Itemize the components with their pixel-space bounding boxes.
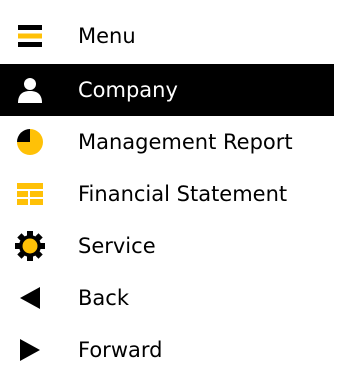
triangle-right-icon	[0, 324, 60, 376]
menu-item-financial-statement[interactable]: Financial Statement	[0, 168, 334, 220]
gear-icon	[0, 220, 60, 272]
menu-item-label: Menu	[78, 23, 136, 48]
menu-item-label: Management Report	[78, 129, 293, 154]
menu-item-label: Financial Statement	[78, 181, 288, 206]
table-icon	[0, 168, 60, 220]
menu-item-management-report[interactable]: Management Report	[0, 116, 334, 168]
menu-item-label: Forward	[78, 337, 163, 362]
menu-item-label: Back	[78, 285, 129, 310]
menu-item-label: Company	[78, 77, 178, 102]
pie-chart-icon	[0, 116, 60, 168]
menu-item-forward[interactable]: Forward	[0, 324, 334, 376]
menu-item-service[interactable]: Service	[0, 220, 334, 272]
menu-item-back[interactable]: Back	[0, 272, 334, 324]
menu-item-company[interactable]: Company	[0, 64, 334, 116]
menu-item-menu[interactable]: Menu	[0, 10, 334, 62]
triangle-left-icon	[0, 272, 60, 324]
user-icon	[0, 64, 60, 116]
hamburger-icon	[0, 10, 60, 62]
side-menu: Menu Company Management Report Financial…	[0, 0, 347, 369]
menu-item-label: Service	[78, 233, 156, 258]
